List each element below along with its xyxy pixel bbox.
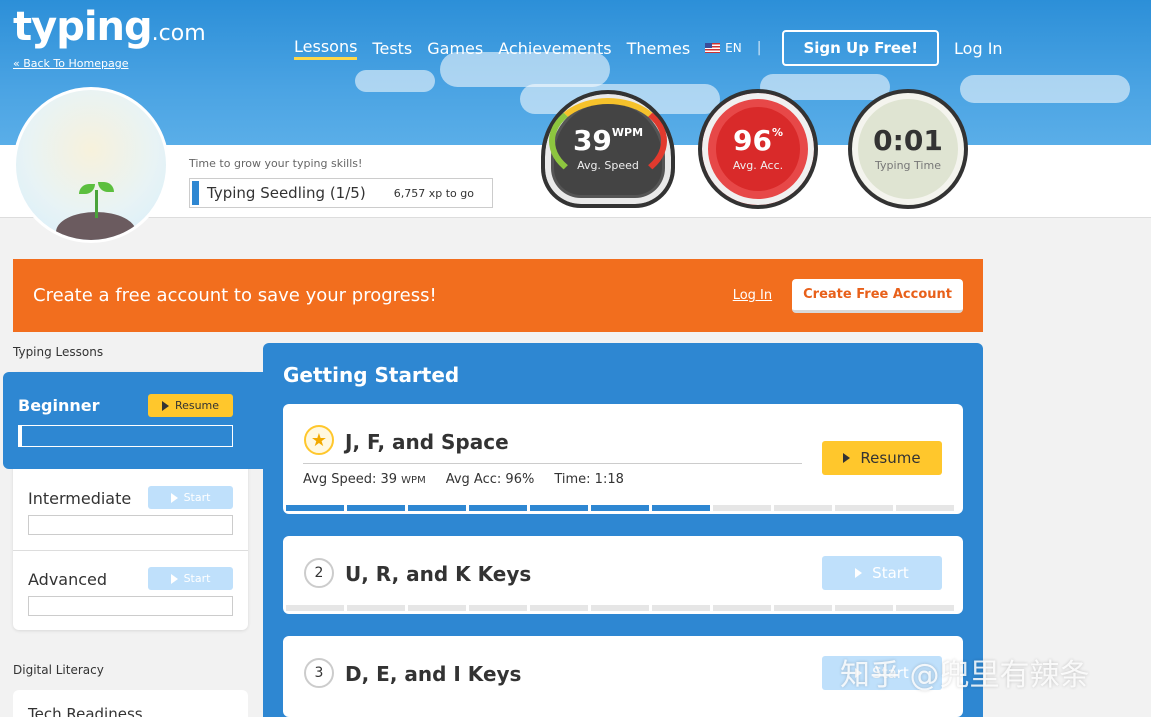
lesson-2-start-button[interactable]: Start	[822, 556, 942, 590]
logo[interactable]: typing.com	[13, 4, 206, 50]
progress-segment	[652, 605, 710, 611]
progress-segment	[713, 605, 771, 611]
lesson-2-number: 2	[304, 558, 334, 588]
cloud	[960, 75, 1130, 103]
play-icon	[855, 568, 863, 578]
language-selector[interactable]: EN	[705, 41, 742, 55]
nav-lessons[interactable]: Lessons	[294, 37, 358, 60]
accuracy-value: 96%	[733, 123, 783, 157]
progress-segment	[530, 605, 588, 611]
back-to-homepage-link[interactable]: « Back To Homepage	[13, 57, 128, 70]
accuracy-label: Avg. Acc.	[732, 158, 784, 172]
intermediate-progress-bar	[28, 515, 233, 535]
lesson-3-title: D, E, and I Keys	[345, 662, 522, 686]
typing-time-label: Typing Time	[875, 158, 941, 172]
rank-progress-fill	[192, 181, 199, 205]
progress-segment	[408, 505, 466, 511]
lesson-2-progress	[286, 605, 954, 611]
sign-up-button[interactable]: Sign Up Free!	[782, 30, 940, 66]
beginner-resume-button[interactable]: Resume	[148, 394, 233, 417]
watermark: 知乎 @兜里有辣条	[840, 658, 1090, 693]
nav-games[interactable]: Games	[427, 39, 483, 58]
advanced-progress-bar	[28, 596, 233, 616]
speed-value: 39WPM	[572, 123, 644, 157]
rank-name: Typing Seedling (1/5)	[207, 184, 366, 202]
advanced-start-button[interactable]: Start	[148, 567, 233, 590]
lesson-1-progress	[286, 505, 954, 511]
level-advanced-title[interactable]: Advanced	[28, 570, 107, 589]
progress-segment	[469, 605, 527, 611]
progress-segment	[469, 505, 527, 511]
progress-segment	[286, 505, 344, 511]
progress-segment	[408, 605, 466, 611]
nav-tests[interactable]: Tests	[372, 39, 412, 58]
us-flag-icon	[705, 43, 721, 53]
tech-readiness-title: Tech Readiness	[28, 705, 143, 717]
nav-themes[interactable]: Themes	[627, 39, 691, 58]
nav-achievements[interactable]: Achievements	[498, 39, 611, 58]
progress-segment	[347, 605, 405, 611]
lesson-1-time: Time: 1:18	[554, 472, 624, 487]
play-icon	[843, 453, 851, 463]
speed-label: Avg. Speed	[577, 158, 639, 172]
progress-segment	[835, 505, 893, 511]
rank-xp: 6,757 xp to go	[393, 186, 474, 200]
play-icon	[170, 492, 178, 503]
beginner-progress-fill	[19, 426, 22, 446]
sprout-stem	[95, 190, 98, 218]
typing-time-value: 0:01	[873, 123, 943, 157]
getting-started-title: Getting Started	[283, 363, 460, 387]
progress-segment	[774, 505, 832, 511]
accuracy-gauge: 96% Avg. Acc.	[698, 89, 818, 209]
level-beginner[interactable]	[3, 372, 265, 469]
lesson-1-stats: Avg Speed: 39 WPM Avg Acc: 96% Time: 1:1…	[303, 472, 624, 487]
grow-text: Time to grow your typing skills!	[189, 157, 363, 170]
rank-progress: Typing Seedling (1/5) 6,757 xp to go	[189, 178, 493, 208]
progress-segment	[835, 605, 893, 611]
progress-segment	[896, 505, 954, 511]
main-nav: Lessons Tests Games Achievements Themes …	[294, 30, 1003, 66]
lesson-1-title: J, F, and Space	[345, 430, 509, 454]
progress-segment	[591, 505, 649, 511]
intermediate-start-button[interactable]: Start	[148, 486, 233, 509]
progress-segment	[713, 505, 771, 511]
banner-log-in-link[interactable]: Log In	[733, 288, 772, 303]
progress-segment	[591, 605, 649, 611]
sprout-leaf	[98, 182, 114, 192]
play-icon	[170, 573, 178, 584]
play-icon	[161, 400, 169, 411]
progress-segment	[286, 605, 344, 611]
avatar	[13, 87, 169, 243]
progress-segment	[774, 605, 832, 611]
cloud	[355, 70, 435, 92]
typing-time-gauge: 0:01 Typing Time	[848, 89, 968, 209]
nav-separator: |	[756, 40, 762, 56]
star-icon: ★	[304, 425, 334, 455]
progress-segment	[896, 605, 954, 611]
create-free-account-button[interactable]: Create Free Account	[792, 278, 963, 313]
create-account-banner: Create a free account to save your progr…	[13, 259, 983, 332]
sprout-leaf	[79, 184, 95, 194]
banner-text: Create a free account to save your progr…	[33, 285, 437, 306]
level-intermediate-title[interactable]: Intermediate	[28, 489, 131, 508]
lesson-1-divider	[303, 463, 802, 464]
digital-literacy-heading: Digital Literacy	[13, 663, 104, 677]
progress-segment	[347, 505, 405, 511]
progress-segment	[530, 505, 588, 511]
level-beginner-title: Beginner	[18, 396, 100, 415]
lesson-1-accuracy: Avg Acc: 96%	[445, 472, 535, 487]
lesson-3-number: 3	[304, 658, 334, 688]
typing-lessons-heading: Typing Lessons	[13, 345, 104, 359]
lesson-1-speed: Avg Speed: 39 WPM	[303, 472, 426, 487]
log-in-link[interactable]: Log In	[954, 39, 1003, 58]
divider	[13, 550, 248, 551]
progress-segment	[652, 505, 710, 511]
lesson-1-resume-button[interactable]: Resume	[822, 441, 942, 475]
lesson-2-title: U, R, and K Keys	[345, 562, 532, 586]
beginner-progress-bar	[18, 425, 233, 447]
